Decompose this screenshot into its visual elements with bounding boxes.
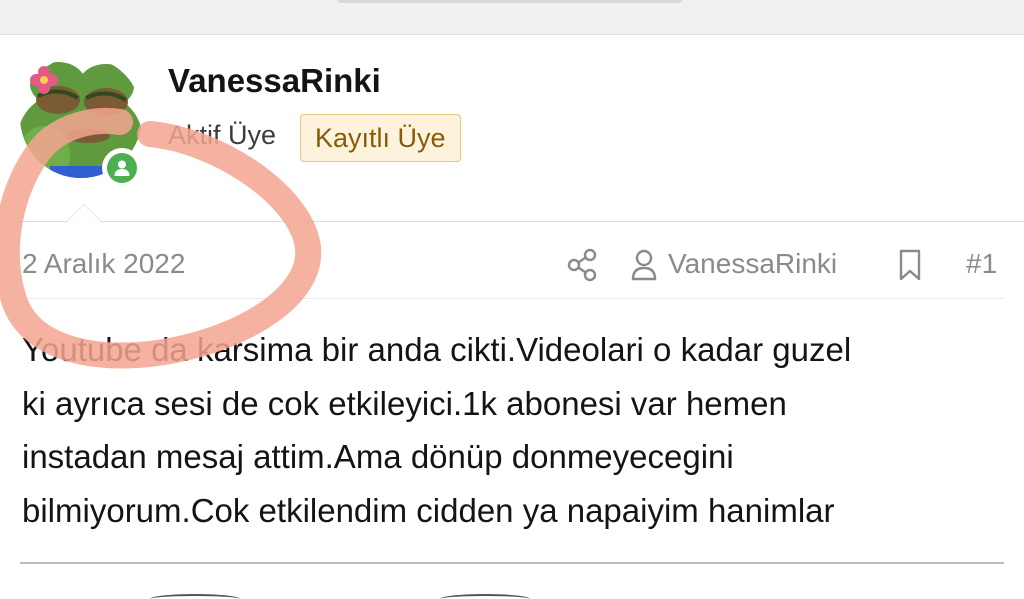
post-meta-row: 2 Aralık 2022 VanessaRinki #1 <box>0 240 1024 292</box>
user-icon <box>630 248 658 287</box>
reaction-avatar-edge <box>440 594 530 599</box>
post-body-text: Youtube da karsima bir anda cikti.Videol… <box>22 331 852 529</box>
post-author-link[interactable]: VanessaRinki <box>668 248 837 280</box>
post-author-name[interactable]: VanessaRinki <box>168 62 381 100</box>
online-status-badge <box>102 148 142 188</box>
share-icon[interactable] <box>566 248 598 287</box>
user-role-title: Aktif Üye <box>168 120 277 150</box>
forum-post-page: VanessaRinki Aktif Üye Kayıtlı Üye 2 Ara… <box>0 0 1024 599</box>
top-bar <box>0 0 1024 35</box>
header-caret <box>66 204 102 222</box>
meta-divider <box>20 298 1004 299</box>
top-bar-handle <box>338 0 682 3</box>
user-group-badge: Kayıtlı Üye <box>300 114 461 162</box>
post-date[interactable]: 2 Aralık 2022 <box>22 248 185 280</box>
post-number-link[interactable]: #1 <box>966 248 997 280</box>
post-footer-divider <box>20 562 1004 564</box>
header-divider <box>0 221 1024 222</box>
bookmark-icon[interactable] <box>896 248 924 287</box>
online-status-icon <box>107 153 137 183</box>
reaction-avatar-edge <box>150 594 240 599</box>
